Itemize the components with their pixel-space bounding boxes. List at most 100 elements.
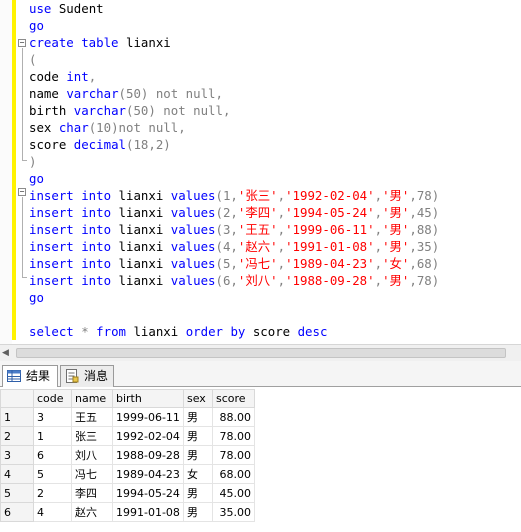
code-line[interactable]: create table lianxi [29, 34, 171, 51]
code-token: lianxi [111, 273, 171, 288]
code-token: , [277, 273, 286, 288]
cell-code[interactable]: 6 [33, 445, 72, 465]
table-row[interactable]: 4 5 冯七 1989-04-23 女 68.00 [0, 464, 255, 484]
cell-sex[interactable]: 男 [183, 426, 213, 446]
cell-score[interactable]: 78.00 [212, 445, 255, 465]
row-number-header[interactable] [0, 389, 34, 408]
code-line[interactable]: ( [29, 51, 36, 68]
code-token: order by [185, 324, 246, 339]
code-line[interactable]: sex char(10)not null, [29, 119, 186, 136]
cell-sex[interactable]: 男 [183, 483, 213, 503]
cell-code[interactable]: 5 [33, 464, 72, 484]
cell-birth[interactable]: 1992-02-04 [112, 426, 184, 446]
code-token: , [277, 239, 286, 254]
collapse-insert-icon[interactable]: − [18, 188, 26, 196]
code-line[interactable]: insert into lianxi values(2,'李四','1994-0… [29, 204, 439, 221]
column-header-code[interactable]: code [33, 389, 72, 408]
row-number[interactable]: 2 [0, 426, 34, 446]
code-token: lianxi [111, 205, 171, 220]
cell-code[interactable]: 3 [33, 407, 72, 427]
row-number[interactable]: 1 [0, 407, 34, 427]
code-line[interactable]: insert into lianxi values(4,'赵六','1991-0… [29, 238, 439, 255]
code-line[interactable]: go [29, 170, 44, 187]
code-token: name [29, 86, 67, 101]
code-line[interactable]: ) [29, 153, 36, 170]
cell-name[interactable]: 冯七 [71, 464, 113, 484]
cell-sex[interactable]: 女 [183, 464, 213, 484]
cell-name[interactable]: 赵六 [71, 502, 113, 522]
code-token: code [29, 69, 67, 84]
column-header-sex[interactable]: sex [183, 389, 213, 408]
cell-code[interactable]: 1 [33, 426, 72, 446]
table-row[interactable]: 2 1 张三 1992-02-04 男 78.00 [0, 426, 255, 446]
code-token: decimal [73, 137, 126, 152]
cell-sex[interactable]: 男 [183, 445, 213, 465]
code-token: , [374, 222, 383, 237]
cell-code[interactable]: 4 [33, 502, 72, 522]
cell-code[interactable]: 2 [33, 483, 72, 503]
cell-birth[interactable]: 1989-04-23 [112, 464, 184, 484]
row-number[interactable]: 6 [0, 502, 34, 522]
code-line[interactable]: go [29, 289, 44, 306]
outline-line [22, 197, 23, 277]
scroll-left-arrow-icon[interactable]: ◀ [2, 348, 9, 358]
code-line[interactable]: insert into lianxi values(3,'王五','1999-0… [29, 221, 439, 238]
code-token: desc [297, 324, 328, 339]
code-token: , [374, 188, 383, 203]
code-line[interactable]: name varchar(50) not null, [29, 85, 223, 102]
cell-name[interactable]: 李四 [71, 483, 113, 503]
row-number[interactable]: 3 [0, 445, 34, 465]
table-row[interactable]: 3 6 刘八 1988-09-28 男 78.00 [0, 445, 255, 465]
tab-results[interactable]: 结果 [2, 365, 58, 388]
code-line[interactable]: insert into lianxi values(1,'张三','1992-0… [29, 187, 439, 204]
code-token: (50) not null, [118, 86, 223, 101]
column-header-birth[interactable]: birth [112, 389, 184, 408]
code-token: insert into [29, 188, 112, 203]
scrollbar-thumb[interactable] [16, 348, 506, 358]
table-row[interactable]: 5 2 李四 1994-05-24 男 45.00 [0, 483, 255, 503]
sql-editor[interactable]: − − use Sudent go create table lianxi(code… [0, 0, 521, 344]
column-header-name[interactable]: name [71, 389, 113, 408]
tab-messages[interactable]: 消息 [60, 365, 114, 387]
code-line[interactable]: select * from lianxi order by score desc [29, 323, 327, 340]
cell-score[interactable]: 45.00 [212, 483, 255, 503]
cell-sex[interactable]: 男 [183, 407, 213, 427]
code-token: '男' [382, 239, 410, 254]
code-line[interactable]: score decimal(18,2) [29, 136, 171, 153]
code-line[interactable]: birth varchar(50) not null, [29, 102, 230, 119]
cell-birth[interactable]: 1994-05-24 [112, 483, 184, 503]
cell-score[interactable]: 88.00 [212, 407, 255, 427]
cell-name[interactable]: 王五 [71, 407, 113, 427]
cell-name[interactable]: 刘八 [71, 445, 113, 465]
code-token: '女' [382, 256, 410, 271]
results-grid[interactable]: code name birth sex score 1 3 王五 1999-06… [0, 387, 521, 532]
cell-score[interactable]: 68.00 [212, 464, 255, 484]
cell-birth[interactable]: 1988-09-28 [112, 445, 184, 465]
cell-score[interactable]: 78.00 [212, 426, 255, 446]
results-tab-bar: 结果 消息 [0, 361, 521, 388]
code-token: ,78) [409, 188, 440, 203]
code-line[interactable]: insert into lianxi values(5,'冯七','1989-0… [29, 255, 439, 272]
code-token: varchar [73, 103, 126, 118]
row-number[interactable]: 5 [0, 483, 34, 503]
cell-name[interactable]: 张三 [71, 426, 113, 446]
code-line[interactable]: go [29, 17, 44, 34]
column-header-score[interactable]: score [212, 389, 255, 408]
cell-birth[interactable]: 1991-01-08 [112, 502, 184, 522]
cell-score[interactable]: 35.00 [212, 502, 255, 522]
code-line[interactable]: insert into lianxi values(6,'刘八','1988-0… [29, 272, 439, 289]
collapse-create-icon[interactable]: − [18, 39, 26, 47]
cell-sex[interactable]: 男 [183, 502, 213, 522]
cell-birth[interactable]: 1999-06-11 [112, 407, 184, 427]
row-number[interactable]: 4 [0, 464, 34, 484]
table-row[interactable]: 1 3 王五 1999-06-11 男 88.00 [0, 407, 255, 427]
table-row[interactable]: 6 4 赵六 1991-01-08 男 35.00 [0, 502, 255, 522]
code-line[interactable]: use Sudent [29, 0, 104, 17]
code-token: go [29, 171, 44, 186]
code-token: '男' [382, 273, 410, 288]
code-line[interactable]: code int, [29, 68, 96, 85]
horizontal-scrollbar[interactable]: ◀ [0, 344, 521, 361]
code-token: lianxi [118, 35, 171, 50]
code-token: '1991-01-08' [285, 239, 375, 254]
code-token: '张三' [237, 188, 278, 203]
